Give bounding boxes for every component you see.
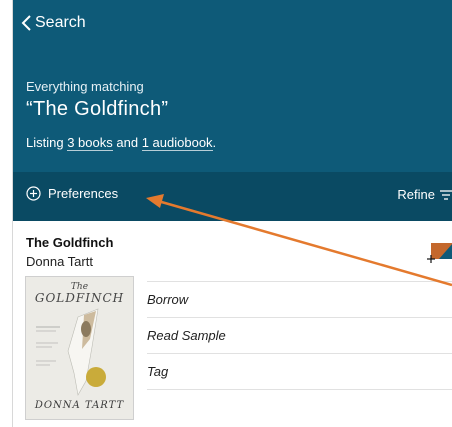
tag-action[interactable]: Tag [147,354,452,390]
audiobooks-count-link[interactable]: 1 audiobook [141,135,213,151]
books-count-link[interactable]: 3 books [67,135,113,151]
book-actions-list: Borrow Read Sample Tag [147,281,452,390]
book-author[interactable]: Donna Tartt [26,254,93,269]
results-toolbar: Preferences Refine [13,172,452,221]
search-query-title: “The Goldfinch” [26,98,169,120]
back-to-search-button[interactable]: Search [19,13,86,33]
book-cover[interactable]: The GOLDFINCH DONNA TARTT [26,277,133,419]
read-sample-action[interactable]: Read Sample [147,318,452,354]
borrow-action[interactable]: Borrow [147,281,452,318]
preferences-label: Preferences [48,186,119,201]
preferences-button[interactable]: Preferences [26,186,118,201]
listing-suffix: . [212,135,217,150]
results-eyebrow: Everything matching [26,79,144,94]
add-tag-icon [427,243,452,263]
cover-torn-paper-art [36,308,106,396]
listing-middle: and [116,135,139,150]
filter-icon [440,189,452,200]
chevron-left-icon [21,15,31,31]
refine-label: Refine [397,187,435,202]
listing-prefix: Listing [26,135,64,150]
listing-summary: Listing 3 books and 1 audiobook. [26,135,217,151]
search-results-header: Search Everything matching “The Goldfinc… [13,0,452,172]
refine-button[interactable]: Refine [397,187,452,202]
book-title[interactable]: The Goldfinch [26,235,113,250]
back-label: Search [35,14,86,31]
add-tag-button[interactable] [427,241,452,265]
cover-author: DONNA TARTT [34,400,125,411]
plus-circle-icon [26,186,41,201]
app-frame: Search Everything matching “The Goldfinc… [12,0,452,427]
